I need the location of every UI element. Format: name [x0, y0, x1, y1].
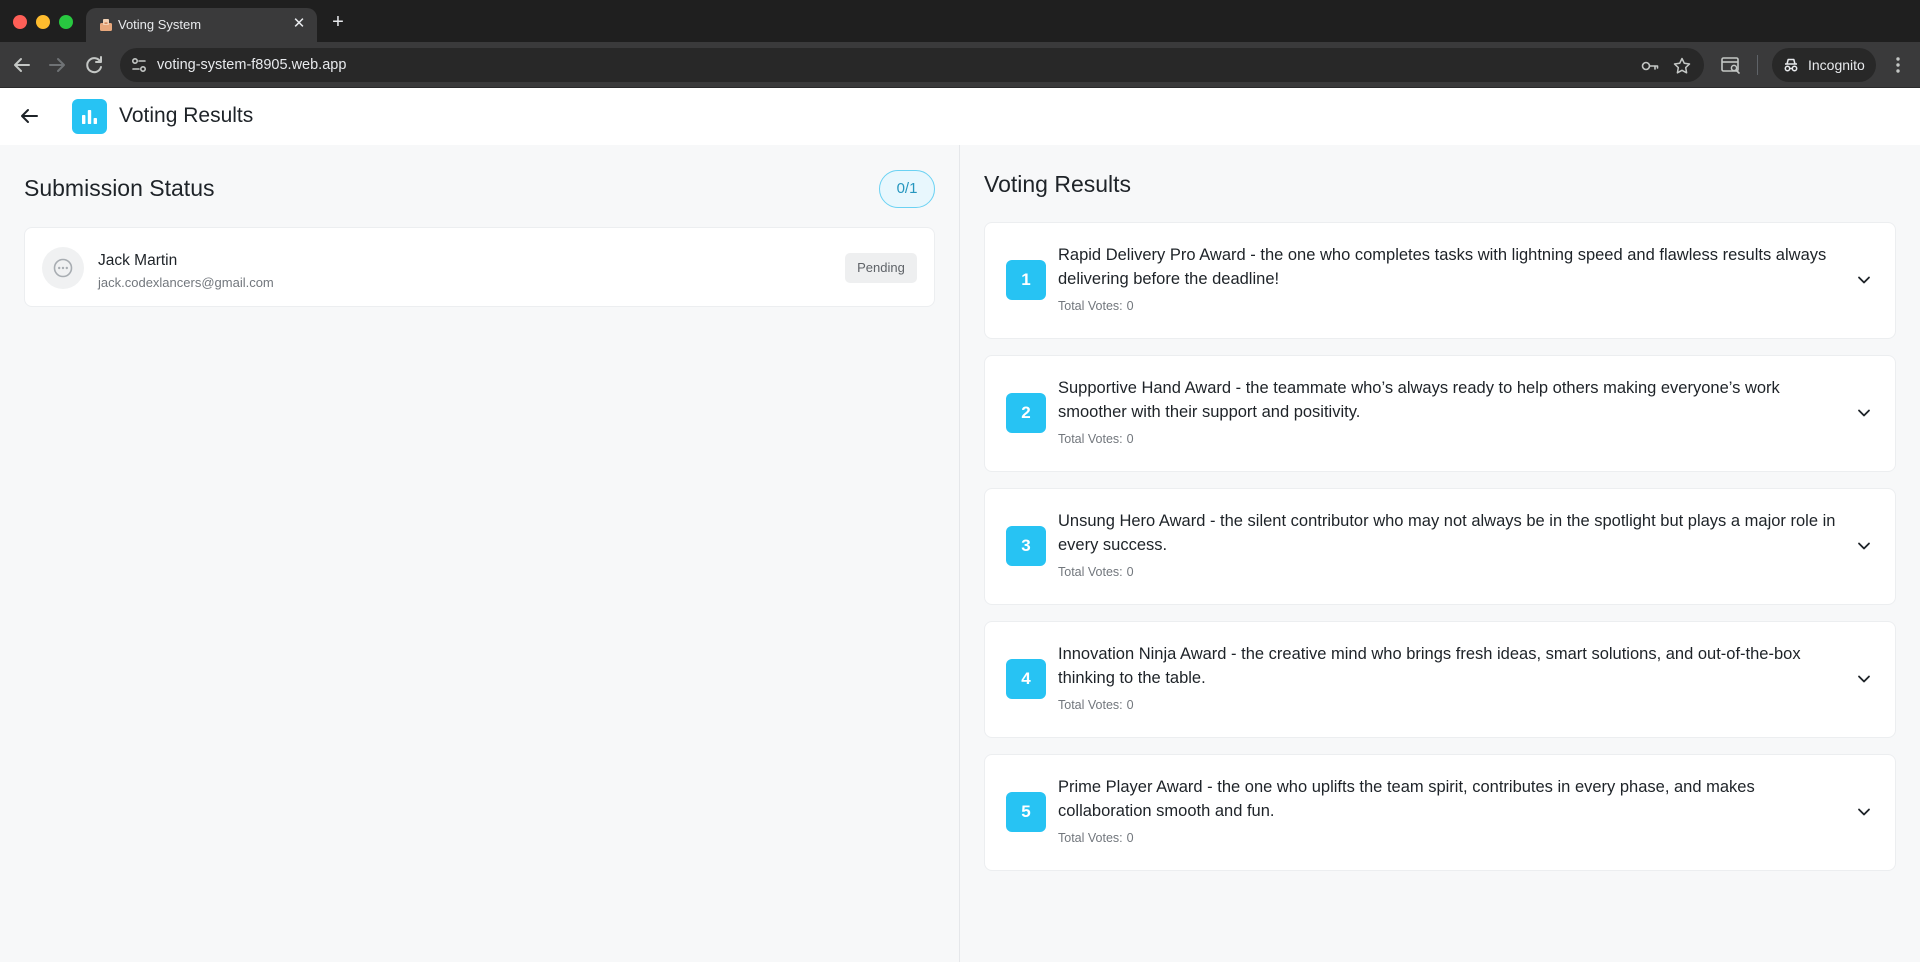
browser-toolbar: voting-system-f8905.web.app Incognito — [0, 42, 1920, 88]
pending-clock-icon — [42, 247, 84, 289]
submission-status-panel: Submission Status 0/1 Jack Martin jack.c… — [0, 145, 959, 962]
total-votes-label: Total Votes: — [1058, 831, 1123, 845]
favicon-icon — [100, 19, 112, 31]
submission-count-badge: 0/1 — [879, 170, 935, 208]
rank-badge: 3 — [1006, 526, 1046, 566]
result-card[interactable]: 1 Rapid Delivery Pro Award - the one who… — [984, 222, 1896, 339]
user-name: Jack Martin — [98, 252, 178, 269]
page-title: Voting Results — [119, 104, 254, 127]
award-description: Prime Player Award - the one who uplifts… — [1058, 778, 1755, 820]
total-votes-value: 0 — [1126, 299, 1134, 313]
total-votes-value: 0 — [1126, 698, 1134, 712]
address-bar[interactable]: voting-system-f8905.web.app — [120, 48, 1704, 82]
incognito-button[interactable]: Incognito — [1772, 48, 1876, 82]
back-arrow-icon[interactable] — [16, 103, 42, 129]
password-key-icon[interactable] — [1640, 56, 1660, 76]
chevron-down-icon[interactable] — [1853, 402, 1875, 424]
bar-chart-logo-icon — [72, 99, 107, 134]
total-votes: Total Votes: 0 — [1058, 565, 1134, 579]
toolbar-separator — [1757, 55, 1758, 75]
incognito-icon — [1784, 58, 1798, 72]
user-submission-card: Jack Martin jack.codexlancers@gmail.com … — [24, 227, 935, 307]
rank-badge: 4 — [1006, 659, 1046, 699]
incognito-label: Incognito — [1808, 57, 1865, 73]
new-tab-icon[interactable]: + — [326, 10, 350, 34]
result-card[interactable]: 3 Unsung Hero Award - the silent contrib… — [984, 488, 1896, 605]
total-votes-value: 0 — [1126, 432, 1134, 446]
total-votes-value: 0 — [1126, 565, 1134, 579]
rank-badge: 1 — [1006, 260, 1046, 300]
bookmark-star-icon[interactable] — [1672, 56, 1692, 76]
result-card[interactable]: 4 Innovation Ninja Award - the creative … — [984, 621, 1896, 738]
total-votes-label: Total Votes: — [1058, 432, 1123, 446]
result-card[interactable]: 5 Prime Player Award - the one who uplif… — [984, 754, 1896, 871]
total-votes: Total Votes: 0 — [1058, 299, 1134, 313]
total-votes-label: Total Votes: — [1058, 299, 1123, 313]
chevron-down-icon[interactable] — [1853, 668, 1875, 690]
browser-tab-bar: Voting System ✕ + — [0, 0, 1920, 42]
close-tab-icon[interactable]: ✕ — [290, 15, 308, 33]
result-card[interactable]: 2 Supportive Hand Award - the teammate w… — [984, 355, 1896, 472]
chevron-down-icon[interactable] — [1853, 801, 1875, 823]
award-description: Rapid Delivery Pro Award - the one who c… — [1058, 246, 1827, 288]
reload-icon[interactable] — [82, 53, 106, 77]
rank-badge: 2 — [1006, 393, 1046, 433]
forward-nav-icon[interactable] — [45, 53, 69, 77]
close-window-button[interactable] — [13, 15, 27, 29]
award-description: Unsung Hero Award - the silent contribut… — [1058, 512, 1836, 554]
voting-results-title: Voting Results — [984, 171, 1132, 197]
total-votes-label: Total Votes: — [1058, 565, 1123, 579]
browser-tab[interactable]: Voting System ✕ — [86, 8, 317, 42]
chevron-down-icon[interactable] — [1853, 269, 1875, 291]
minimize-window-button[interactable] — [36, 15, 50, 29]
app-root: Voting Results Submission Status 0/1 Jac… — [0, 88, 1920, 962]
site-info-icon[interactable] — [129, 55, 149, 75]
total-votes: Total Votes: 0 — [1058, 698, 1134, 712]
app-header: Voting Results — [0, 88, 1920, 145]
total-votes: Total Votes: 0 — [1058, 432, 1134, 446]
maximize-window-button[interactable] — [59, 15, 73, 29]
browser-menu-icon[interactable] — [1886, 53, 1910, 77]
tab-search-icon[interactable] — [1720, 54, 1742, 76]
status-badge: Pending — [845, 253, 917, 283]
back-nav-icon[interactable] — [10, 53, 34, 77]
total-votes-label: Total Votes: — [1058, 698, 1123, 712]
rank-badge: 5 — [1006, 792, 1046, 832]
chevron-down-icon[interactable] — [1853, 535, 1875, 557]
tab-title: Voting System — [118, 17, 202, 32]
award-description: Supportive Hand Award - the teammate who… — [1058, 379, 1780, 421]
total-votes: Total Votes: 0 — [1058, 831, 1134, 845]
user-email: jack.codexlancers@gmail.com — [98, 275, 274, 290]
award-description: Innovation Ninja Award - the creative mi… — [1058, 645, 1801, 687]
url-text[interactable]: voting-system-f8905.web.app — [157, 57, 346, 73]
submission-status-title: Submission Status — [24, 175, 215, 201]
total-votes-value: 0 — [1126, 831, 1134, 845]
voting-results-panel: Voting Results 1 Rapid Delivery Pro Awar… — [960, 145, 1920, 962]
